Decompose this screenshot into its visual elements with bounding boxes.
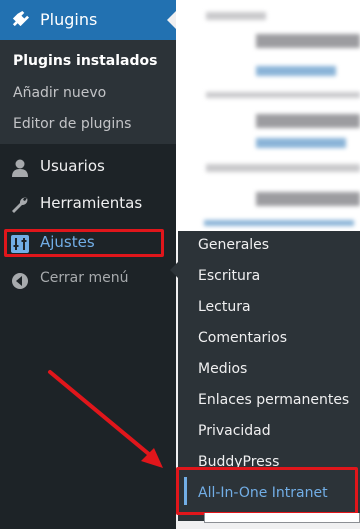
- menu-item-herramientas[interactable]: Herramientas: [0, 186, 176, 222]
- flyout-pointer: [170, 262, 178, 278]
- menu-item-usuarios-label: Usuarios: [40, 157, 105, 175]
- menu-item-herramientas-label: Herramientas: [40, 194, 143, 212]
- blurred-content-area: [176, 0, 360, 250]
- flyout-item-generales[interactable]: Generales: [198, 237, 269, 253]
- blurred-text: [256, 34, 360, 48]
- submenu-editor-plugins[interactable]: Editor de plugins: [13, 116, 131, 132]
- flyout-item-enlaces-permanentes[interactable]: Enlaces permanentes: [198, 392, 349, 408]
- collapse-menu-label: Cerrar menú: [40, 270, 129, 286]
- user-icon: [10, 158, 30, 178]
- blurred-link: [256, 138, 346, 148]
- content-box-edge: [204, 513, 360, 523]
- blurred-text: [206, 164, 360, 172]
- admin-sidebar: Plugins Plugins instalados Añadir nuevo …: [0, 0, 176, 529]
- collapse-icon: [10, 271, 30, 291]
- plugin-icon: [12, 10, 30, 30]
- submenu-plugins-instalados[interactable]: Plugins instalados: [13, 53, 157, 69]
- flyout-item-privacidad[interactable]: Privacidad: [198, 423, 271, 439]
- menu-item-usuarios[interactable]: Usuarios: [0, 149, 176, 185]
- blurred-text: [256, 114, 360, 128]
- flyout-item-medios[interactable]: Medios: [198, 361, 247, 377]
- intranet-highlight-box: [176, 467, 358, 515]
- blurred-text: [256, 192, 360, 206]
- flyout-item-escritura[interactable]: Escritura: [198, 268, 260, 284]
- ajustes-highlight-box: [4, 229, 164, 257]
- current-menu-arrow: [167, 11, 176, 29]
- wrench-icon: [10, 195, 30, 215]
- blurred-text: [206, 12, 266, 20]
- collapse-menu-button[interactable]: Cerrar menú: [0, 262, 176, 298]
- blurred-text: [206, 92, 360, 98]
- menu-item-plugins[interactable]: Plugins: [0, 0, 176, 40]
- flyout-item-lectura[interactable]: Lectura: [198, 299, 251, 315]
- submenu-anadir-nuevo[interactable]: Añadir nuevo: [13, 85, 106, 101]
- blurred-link: [204, 220, 354, 226]
- blurred-link: [256, 66, 336, 76]
- plugins-submenu: Plugins instalados Añadir nuevo Editor d…: [0, 40, 176, 144]
- flyout-item-comentarios[interactable]: Comentarios: [198, 330, 287, 346]
- menu-item-plugins-label: Plugins: [40, 10, 98, 29]
